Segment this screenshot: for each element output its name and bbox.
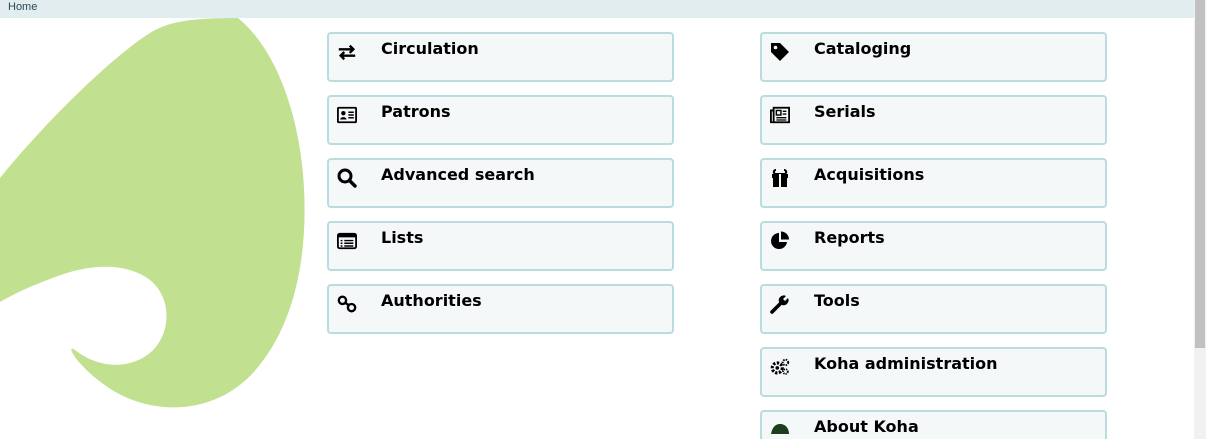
module-label: Reports xyxy=(814,228,885,247)
breadcrumb-home[interactable]: Home xyxy=(8,0,37,14)
list-icon xyxy=(337,231,357,251)
newspaper-icon xyxy=(770,105,790,125)
module-tools[interactable]: Tools xyxy=(760,284,1107,334)
module-cataloging[interactable]: Cataloging xyxy=(760,32,1107,82)
module-label: Acquisitions xyxy=(814,165,925,184)
search-icon xyxy=(337,168,357,188)
module-authorities[interactable]: Authorities xyxy=(327,284,674,334)
module-reports[interactable]: Reports xyxy=(760,221,1107,271)
module-label: Lists xyxy=(381,228,424,247)
koha-leaf-decoration xyxy=(0,18,305,408)
tag-icon xyxy=(770,42,790,62)
module-advanced-search[interactable]: Advanced search xyxy=(327,158,674,208)
module-label: Circulation xyxy=(381,39,479,58)
koha-leaf-icon xyxy=(770,420,790,439)
pie-chart-icon xyxy=(770,231,790,251)
koha-home-page: Home Circulation Patrons Advanced search… xyxy=(0,0,1206,439)
module-koha-administration[interactable]: Koha administration xyxy=(760,347,1107,397)
module-lists[interactable]: Lists xyxy=(327,221,674,271)
module-label: Cataloging xyxy=(814,39,912,58)
module-label: Tools xyxy=(814,291,860,310)
module-label: Serials xyxy=(814,102,876,121)
scrollbar-thumb[interactable] xyxy=(1195,0,1205,348)
wrench-icon xyxy=(770,294,790,314)
id-card-icon xyxy=(337,105,357,125)
module-patrons[interactable]: Patrons xyxy=(327,95,674,145)
module-label: About Koha xyxy=(814,417,919,436)
module-about-koha[interactable]: About Koha xyxy=(760,410,1107,439)
gift-icon xyxy=(770,168,790,188)
vertical-scrollbar[interactable] xyxy=(1194,0,1206,439)
module-serials[interactable]: Serials xyxy=(760,95,1107,145)
module-label: Authorities xyxy=(381,291,482,310)
module-label: Advanced search xyxy=(381,165,535,184)
module-label: Koha administration xyxy=(814,354,998,373)
module-label: Patrons xyxy=(381,102,451,121)
link-icon xyxy=(337,294,357,314)
module-circulation[interactable]: Circulation xyxy=(327,32,674,82)
breadcrumb: Home xyxy=(0,0,1194,18)
module-acquisitions[interactable]: Acquisitions xyxy=(760,158,1107,208)
arrows-exchange-icon xyxy=(337,42,357,62)
gears-icon xyxy=(770,357,790,377)
